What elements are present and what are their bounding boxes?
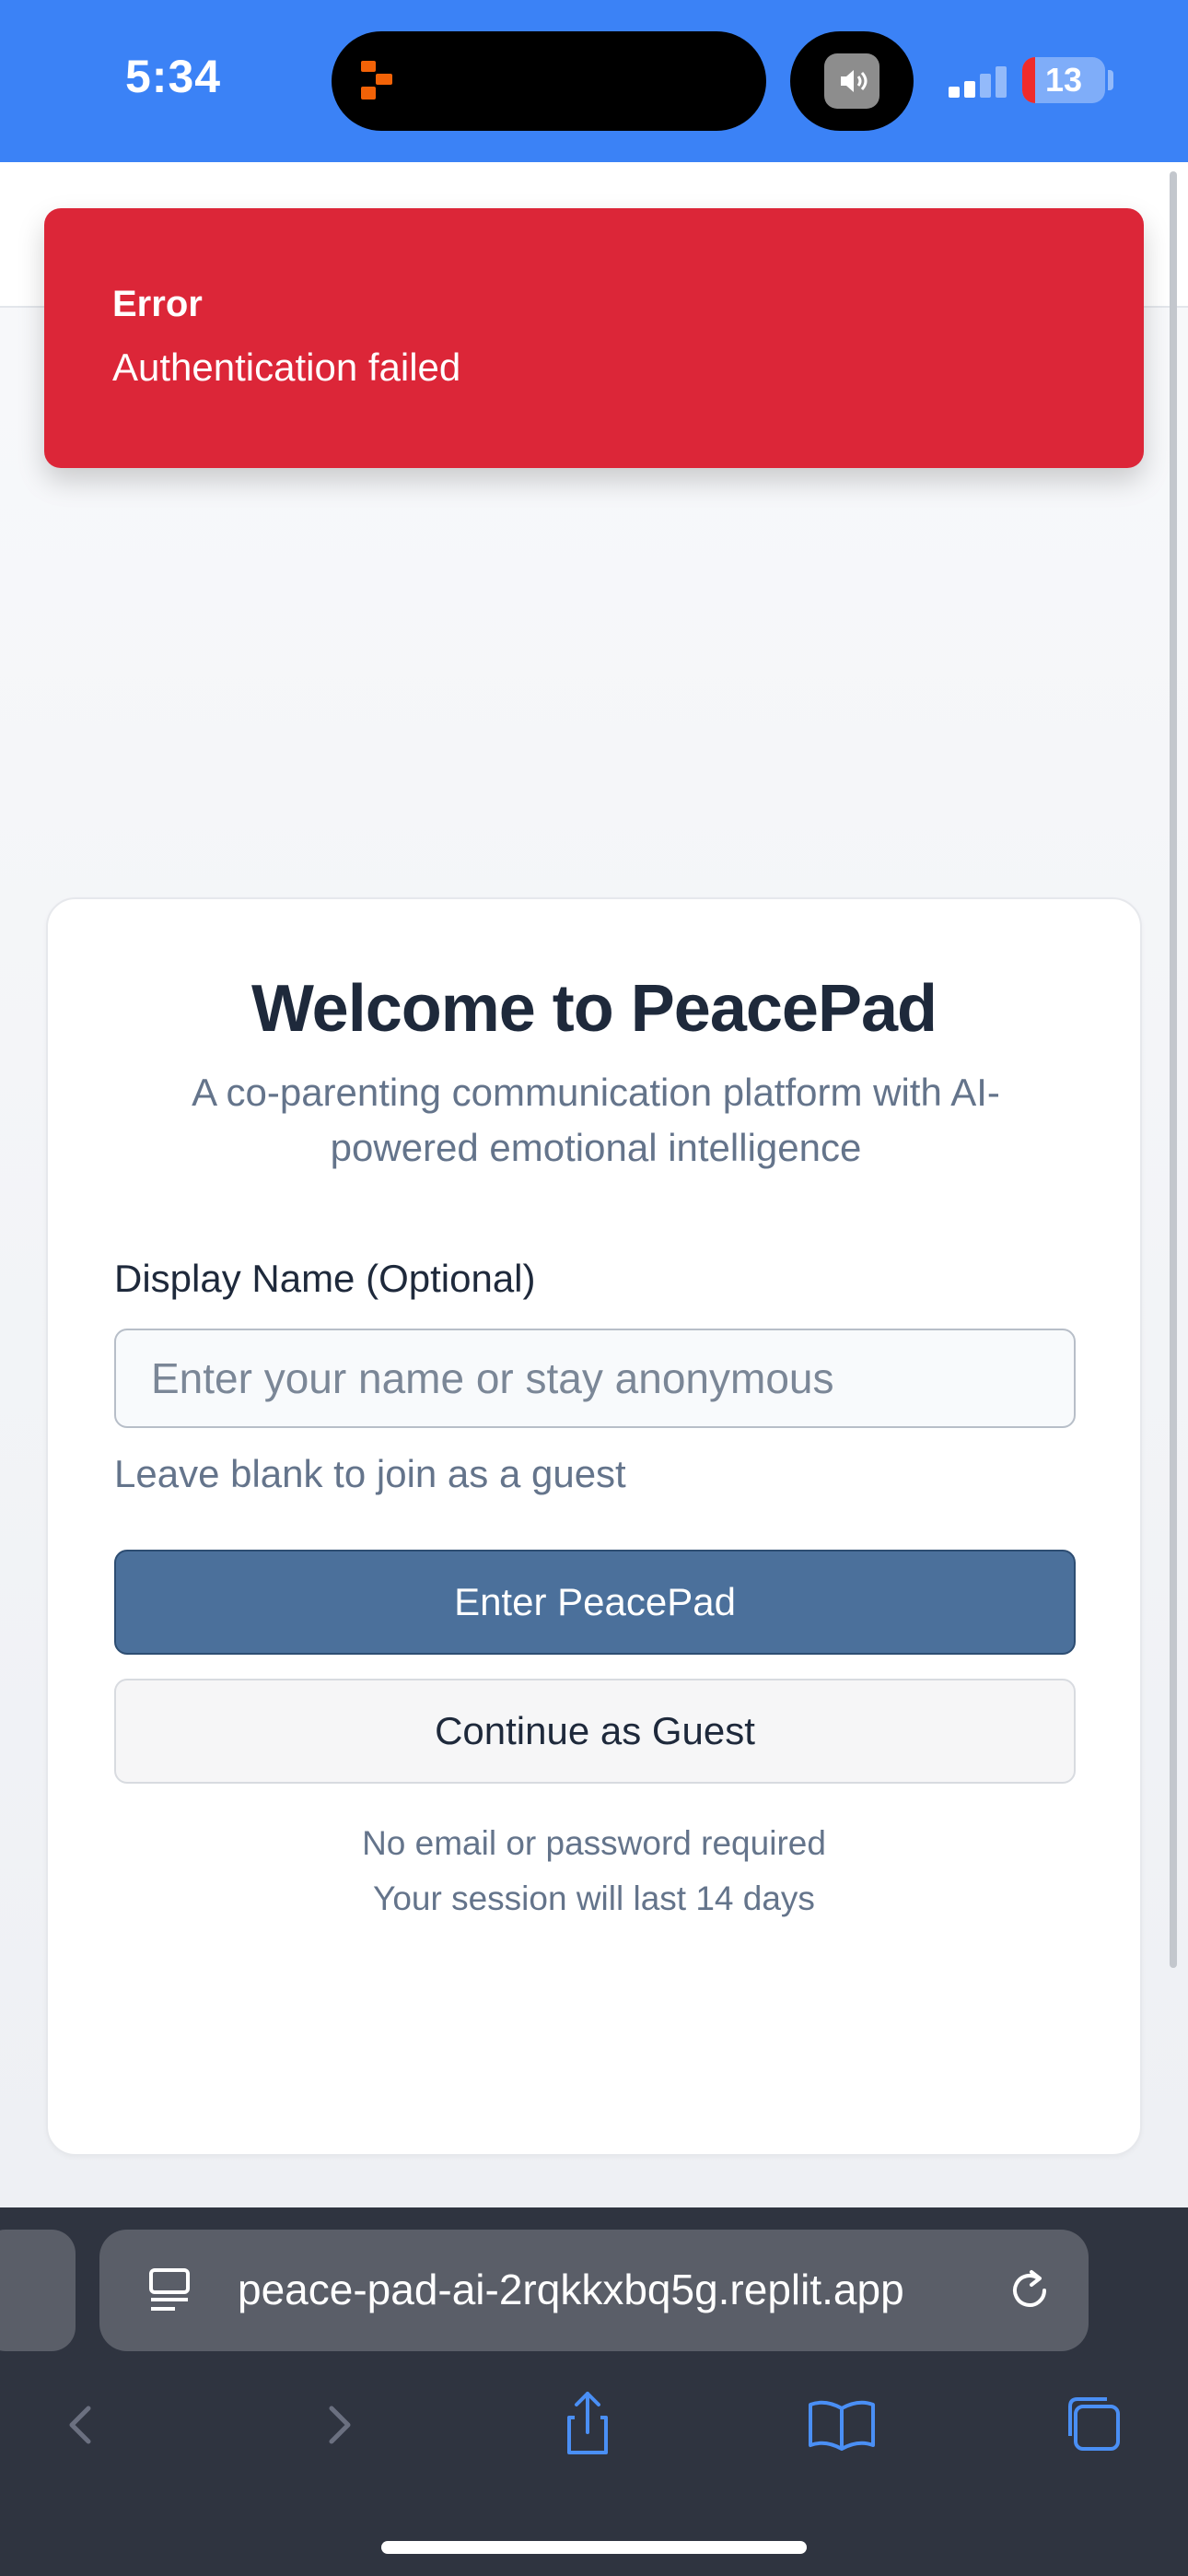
battery-icon: 13 <box>1022 57 1105 103</box>
page-menu-icon[interactable] <box>147 2266 193 2314</box>
enter-peacepad-button[interactable]: Enter PeacePad <box>114 1550 1076 1655</box>
footnote-no-password: No email or password required <box>362 1824 826 1862</box>
dynamic-island <box>332 31 766 131</box>
display-name-label: Display Name (Optional) <box>114 1257 536 1300</box>
browser-toolbar: peace-pad-ai-2rqkkxbq5g.replit.app <box>0 2207 1188 2576</box>
speaker-icon <box>824 53 879 109</box>
app-activity-icon <box>361 61 392 100</box>
display-name-hint: Leave blank to join as a guest <box>114 1452 626 1495</box>
display-name-input[interactable] <box>114 1329 1076 1428</box>
error-toast[interactable]: Error Authentication failed <box>44 208 1144 468</box>
status-time: 5:34 <box>125 51 222 102</box>
page-subtitle: A co-parenting communication platform wi… <box>192 1071 1000 1169</box>
tabs-icon[interactable] <box>1057 2388 1131 2462</box>
scrollbar[interactable] <box>1170 171 1177 1968</box>
battery-level: 13 <box>1044 61 1083 99</box>
toast-message: Authentication failed <box>112 345 461 389</box>
status-bar: 5:34 13 <box>0 0 1188 162</box>
page-title: Welcome to PeacePad <box>251 972 938 1046</box>
audio-island <box>790 31 914 131</box>
home-indicator[interactable] <box>381 2541 807 2554</box>
browser-nav-row <box>0 2388 1188 2480</box>
address-bar[interactable]: peace-pad-ai-2rqkkxbq5g.replit.app <box>99 2230 1089 2351</box>
login-card: Welcome to PeacePad A co-parenting commu… <box>46 897 1142 2156</box>
page-content: Error Authentication failed Welcome to P… <box>0 162 1188 2207</box>
reload-icon[interactable] <box>1004 2265 1055 2316</box>
signal-icon <box>949 66 1007 98</box>
share-icon[interactable] <box>551 2388 624 2462</box>
toast-title: Error <box>112 284 203 324</box>
forward-icon[interactable] <box>302 2388 376 2462</box>
back-icon[interactable] <box>44 2388 118 2462</box>
footnote-session: Your session will last 14 days <box>373 1879 815 1917</box>
continue-as-guest-button[interactable]: Continue as Guest <box>114 1679 1076 1784</box>
url-text: peace-pad-ai-2rqkkxbq5g.replit.app <box>238 2266 904 2313</box>
previous-tab[interactable] <box>0 2230 76 2351</box>
bookmarks-icon[interactable] <box>805 2388 879 2462</box>
